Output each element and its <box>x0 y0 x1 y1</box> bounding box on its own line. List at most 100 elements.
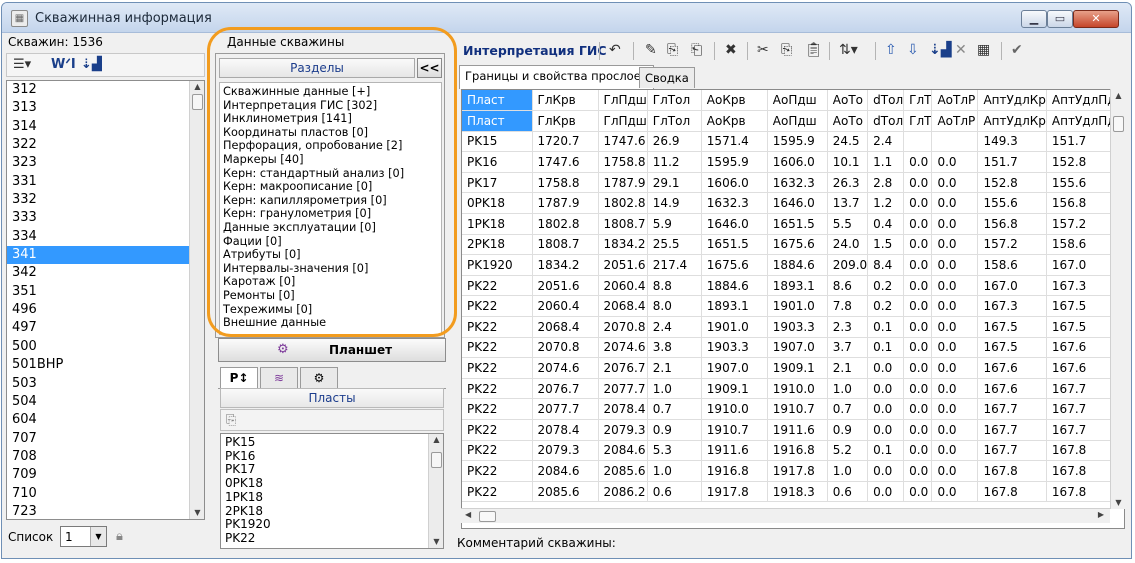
table-cell[interactable]: 1747.6 <box>532 151 599 173</box>
table-cell[interactable]: 0.0 <box>931 295 979 318</box>
plast-item[interactable]: PK1920 <box>221 518 443 532</box>
table-cell[interactable]: 156.8 <box>977 213 1047 235</box>
table-cell[interactable]: PK22 <box>462 481 533 503</box>
section-item[interactable]: Интерпретация ГИС [302] <box>223 99 441 113</box>
table-cell[interactable]: 1910.7 <box>767 398 828 420</box>
filter-cell[interactable]: ГлКрв <box>532 110 599 132</box>
table-cell[interactable]: 0.0 <box>867 481 905 503</box>
table-cell[interactable]: 0.0 <box>931 151 979 173</box>
table-cell[interactable]: 1.2 <box>867 192 905 215</box>
filter-cell[interactable]: АптУдлПд <box>1046 110 1117 132</box>
table-cell[interactable]: 0.0 <box>903 234 933 256</box>
table-cell[interactable]: 2060.4 <box>532 295 599 318</box>
table-cell[interactable]: 167.7 <box>1046 398 1117 420</box>
table-row[interactable]: 1PK18 1802.8 1808.7 5.9 1646.0 1651.5 5.5 0.4 0.… <box>462 213 1117 235</box>
list-item[interactable]: 709 <box>7 466 204 484</box>
table-cell[interactable]: 8.0 <box>647 295 702 318</box>
cut-icon[interactable]: ✂ <box>757 41 769 59</box>
sections-list[interactable]: Скважинные данные [+] Интерпретация ГИС [… <box>219 82 442 335</box>
tab-boundaries[interactable]: Границы и свойства прослоев <box>459 65 654 89</box>
table-cell[interactable]: 10.1 <box>827 151 869 173</box>
table-cell[interactable]: 0.0 <box>903 316 933 338</box>
table-cell[interactable]: 167.6 <box>1046 337 1117 359</box>
section-item[interactable]: Маркеры [40] <box>223 153 441 167</box>
check-icon[interactable]: ✔ <box>1011 41 1023 59</box>
table-cell[interactable]: 2.1 <box>647 357 702 379</box>
filter-cell[interactable]: АоТлР <box>931 110 979 132</box>
filter-cell[interactable]: АоКрв <box>701 110 768 132</box>
column-header[interactable]: АптУдлКр <box>977 90 1047 112</box>
table-cell[interactable]: 1571.4 <box>701 131 768 153</box>
table-cell[interactable]: 2086.2 <box>598 481 648 503</box>
table-cell[interactable]: 1720.7 <box>532 131 599 153</box>
table-cell[interactable]: 0.2 <box>867 275 905 297</box>
table-cell[interactable]: 0.0 <box>931 275 979 297</box>
table-cell[interactable]: 167.5 <box>1046 316 1117 338</box>
plast-item[interactable]: PK15 <box>221 435 443 450</box>
tools-icon[interactable]: ✖ <box>725 41 737 59</box>
table-cell[interactable]: 167.7 <box>977 419 1047 441</box>
wells-list[interactable]: 312 313 314 322 323 331 332 333 334 341 342 351 496 4… <box>6 80 205 520</box>
table-cell[interactable]: 2PK18 <box>462 234 533 256</box>
insert-row-icon[interactable]: ⇣▟ <box>929 41 952 59</box>
table-cell[interactable]: PK22 <box>462 378 533 400</box>
table-cell[interactable]: 167.3 <box>1046 275 1117 297</box>
table-cell[interactable]: PK16 <box>462 151 533 173</box>
list-item[interactable]: 504 <box>7 393 204 411</box>
table-cell[interactable]: 1.0 <box>647 378 702 400</box>
table-cell[interactable]: 0.2 <box>867 295 905 318</box>
table-row[interactable]: PK1920 1834.2 2051.6 217.4 1675.6 1884.6 209.0… <box>462 254 1117 276</box>
table-cell[interactable]: 1911.6 <box>767 419 828 441</box>
table-cell[interactable]: 2.4 <box>647 316 702 338</box>
table-cell[interactable]: 1884.6 <box>701 275 768 297</box>
table-cell[interactable]: 167.3 <box>977 295 1047 318</box>
table-cell[interactable]: 167.8 <box>1046 460 1117 482</box>
table-cell[interactable]: 1884.6 <box>767 254 828 276</box>
column-header[interactable]: ГлПдш <box>598 90 648 112</box>
tab-markers-icon[interactable]: P↕ <box>220 367 258 390</box>
table-cell[interactable]: 158.6 <box>1046 234 1117 256</box>
paste-doc-icon[interactable]: ⎗ <box>691 41 702 59</box>
section-item[interactable]: Каротаж [0] <box>223 275 441 289</box>
table-cell[interactable]: 1903.3 <box>701 337 768 359</box>
table-cell[interactable]: 1907.0 <box>701 357 768 379</box>
table-cell[interactable]: 1595.9 <box>701 151 768 173</box>
table-cell[interactable]: 0.0 <box>931 378 979 400</box>
table-cell[interactable]: 157.2 <box>1046 213 1117 235</box>
paste-icon[interactable]: 📋︎ <box>805 41 823 59</box>
table-cell[interactable]: 2074.6 <box>598 337 648 359</box>
table-cell[interactable]: 167.6 <box>1046 357 1117 379</box>
table-cell[interactable]: 1758.8 <box>532 172 599 194</box>
table-cell[interactable]: 1606.0 <box>701 172 768 194</box>
table-cell[interactable]: 1646.0 <box>767 192 828 215</box>
copy-icon[interactable]: ⎘ <box>226 413 236 428</box>
table-cell[interactable]: 0.0 <box>903 481 933 503</box>
table-row[interactable]: PK22 2084.6 2085.6 1.0 1916.8 1917.8 1.0 0.0 0.0… <box>462 460 1117 482</box>
list-item[interactable]: 503 <box>7 375 204 393</box>
table-cell[interactable]: 1787.9 <box>598 172 648 194</box>
table-cell[interactable]: 2068.4 <box>532 316 599 338</box>
table-cell[interactable]: PK22 <box>462 398 533 420</box>
table-cell[interactable]: 1PK18 <box>462 213 533 235</box>
table-cell[interactable]: 0.0 <box>931 213 979 235</box>
table-cell[interactable]: 0.0 <box>931 398 979 420</box>
table-cell[interactable]: 2.3 <box>827 316 869 338</box>
table-row[interactable]: PK22 2074.6 2076.7 2.1 1907.0 1909.1 2.1 0.0 0.0… <box>462 357 1117 379</box>
table-cell[interactable]: 0.0 <box>903 172 933 194</box>
table-cell[interactable]: 152.8 <box>977 172 1047 194</box>
table-row[interactable]: 2PK18 1808.7 1834.2 25.5 1651.5 1675.6 24.0 1.5… <box>462 234 1117 256</box>
table-cell[interactable]: 0.0 <box>867 419 905 441</box>
calculator-icon[interactable]: ▦ <box>977 41 990 59</box>
table-cell[interactable]: 156.8 <box>1046 192 1117 215</box>
table-cell[interactable]: 167.0 <box>1046 254 1117 276</box>
list-number-select[interactable]: 1 ▼ <box>60 526 107 547</box>
table-cell[interactable]: 0.0 <box>867 460 905 482</box>
section-item[interactable]: Керн: капиллярометрия [0] <box>223 194 441 208</box>
table-cell[interactable]: 1834.2 <box>598 234 648 256</box>
table-cell[interactable]: 1747.6 <box>598 131 648 153</box>
lock-icon[interactable]: 🔒︎ <box>116 529 123 544</box>
table-cell[interactable]: 155.6 <box>1046 172 1117 194</box>
table-cell[interactable]: 2068.4 <box>598 295 648 318</box>
table-cell[interactable]: 167.0 <box>977 275 1047 297</box>
interpretation-grid[interactable]: Пласт ГлКрв ГлПдш ГлТол АоКрв АоПдш АоТо dТол Гл… <box>461 89 1125 529</box>
